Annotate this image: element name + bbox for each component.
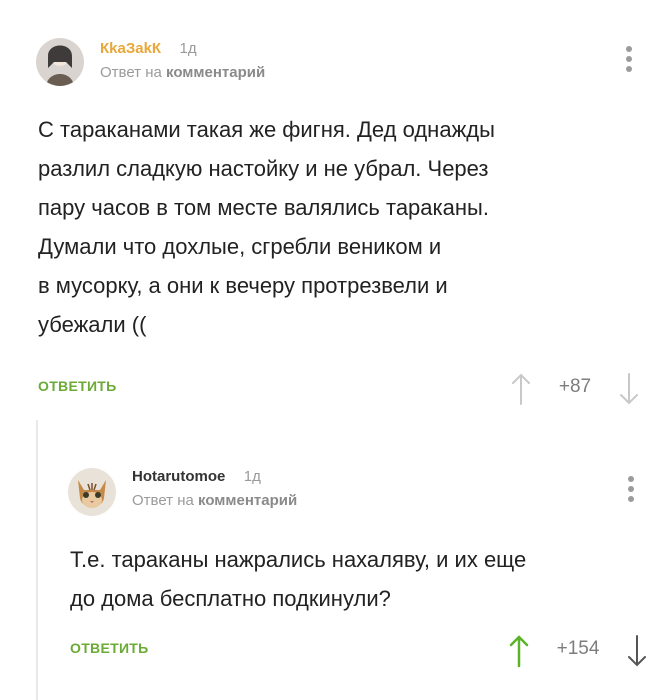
rating-control: +154: [508, 634, 648, 668]
arrow-down-icon[interactable]: [618, 372, 640, 406]
comment-line: пару часов в том месте валялись тараканы…: [38, 195, 489, 220]
comment-line: Думали что дохлые, сгребли веником и: [38, 234, 442, 259]
rating-control: +87: [510, 372, 640, 406]
arrow-up-icon[interactable]: [508, 634, 530, 668]
comment: КkаЗаkК 1д Ответ на комментарий С тарака…: [0, 0, 670, 420]
reply-button[interactable]: ОТВЕТИТЬ: [38, 378, 117, 394]
author-name[interactable]: КkаЗаkК: [100, 40, 161, 57]
cat-avatar-icon: [68, 468, 116, 516]
reply-context: Ответ на комментарий: [132, 492, 297, 509]
reply-button[interactable]: ОТВЕТИТЬ: [70, 640, 149, 656]
comment-header: КkаЗаkК 1д Ответ на комментарий: [100, 40, 265, 81]
comment-line: С тараканами такая же фигня. Дед однажды: [38, 117, 495, 142]
reply-context: Ответ на комментарий: [100, 64, 265, 81]
arrow-down-icon[interactable]: [626, 634, 648, 668]
author-name[interactable]: Hotarutomoe: [132, 468, 225, 485]
comment-time: 1д: [243, 468, 261, 485]
comment-line: разлил сладкую настойку и не убрал. Чере…: [38, 156, 489, 181]
reply-prefix: Ответ на: [100, 64, 162, 81]
comment-line: в мусорку, а они к вечеру протрезвели и: [38, 273, 448, 298]
avatar[interactable]: [36, 38, 84, 86]
reply-comment: Hotarutomoe 1д Ответ на комментарий Т.е.…: [36, 420, 670, 700]
comment-time: 1д: [179, 40, 197, 57]
comment-line: Т.е. тараканы нажрались нахаляву, и их е…: [70, 547, 527, 572]
rating-score: +154: [556, 638, 600, 659]
more-vertical-icon[interactable]: [626, 46, 632, 78]
comment-body: С тараканами такая же фигня. Дед однажды…: [38, 110, 638, 344]
rating-score: +87: [558, 376, 592, 397]
comment-line: убежали ((: [38, 312, 147, 337]
reply-prefix: Ответ на: [132, 492, 194, 509]
reply-target-link[interactable]: комментарий: [198, 492, 297, 509]
comment-header: Hotarutomoe 1д Ответ на комментарий: [132, 468, 297, 509]
reply-target-link[interactable]: комментарий: [166, 64, 265, 81]
arrow-up-icon[interactable]: [510, 372, 532, 406]
more-vertical-icon[interactable]: [628, 476, 634, 508]
comment-line: до дома бесплатно подкинули?: [70, 586, 391, 611]
avatar-image-icon: [36, 38, 84, 86]
avatar[interactable]: [68, 468, 116, 516]
comment-body: Т.е. тараканы нажрались нахаляву, и их е…: [70, 540, 640, 618]
